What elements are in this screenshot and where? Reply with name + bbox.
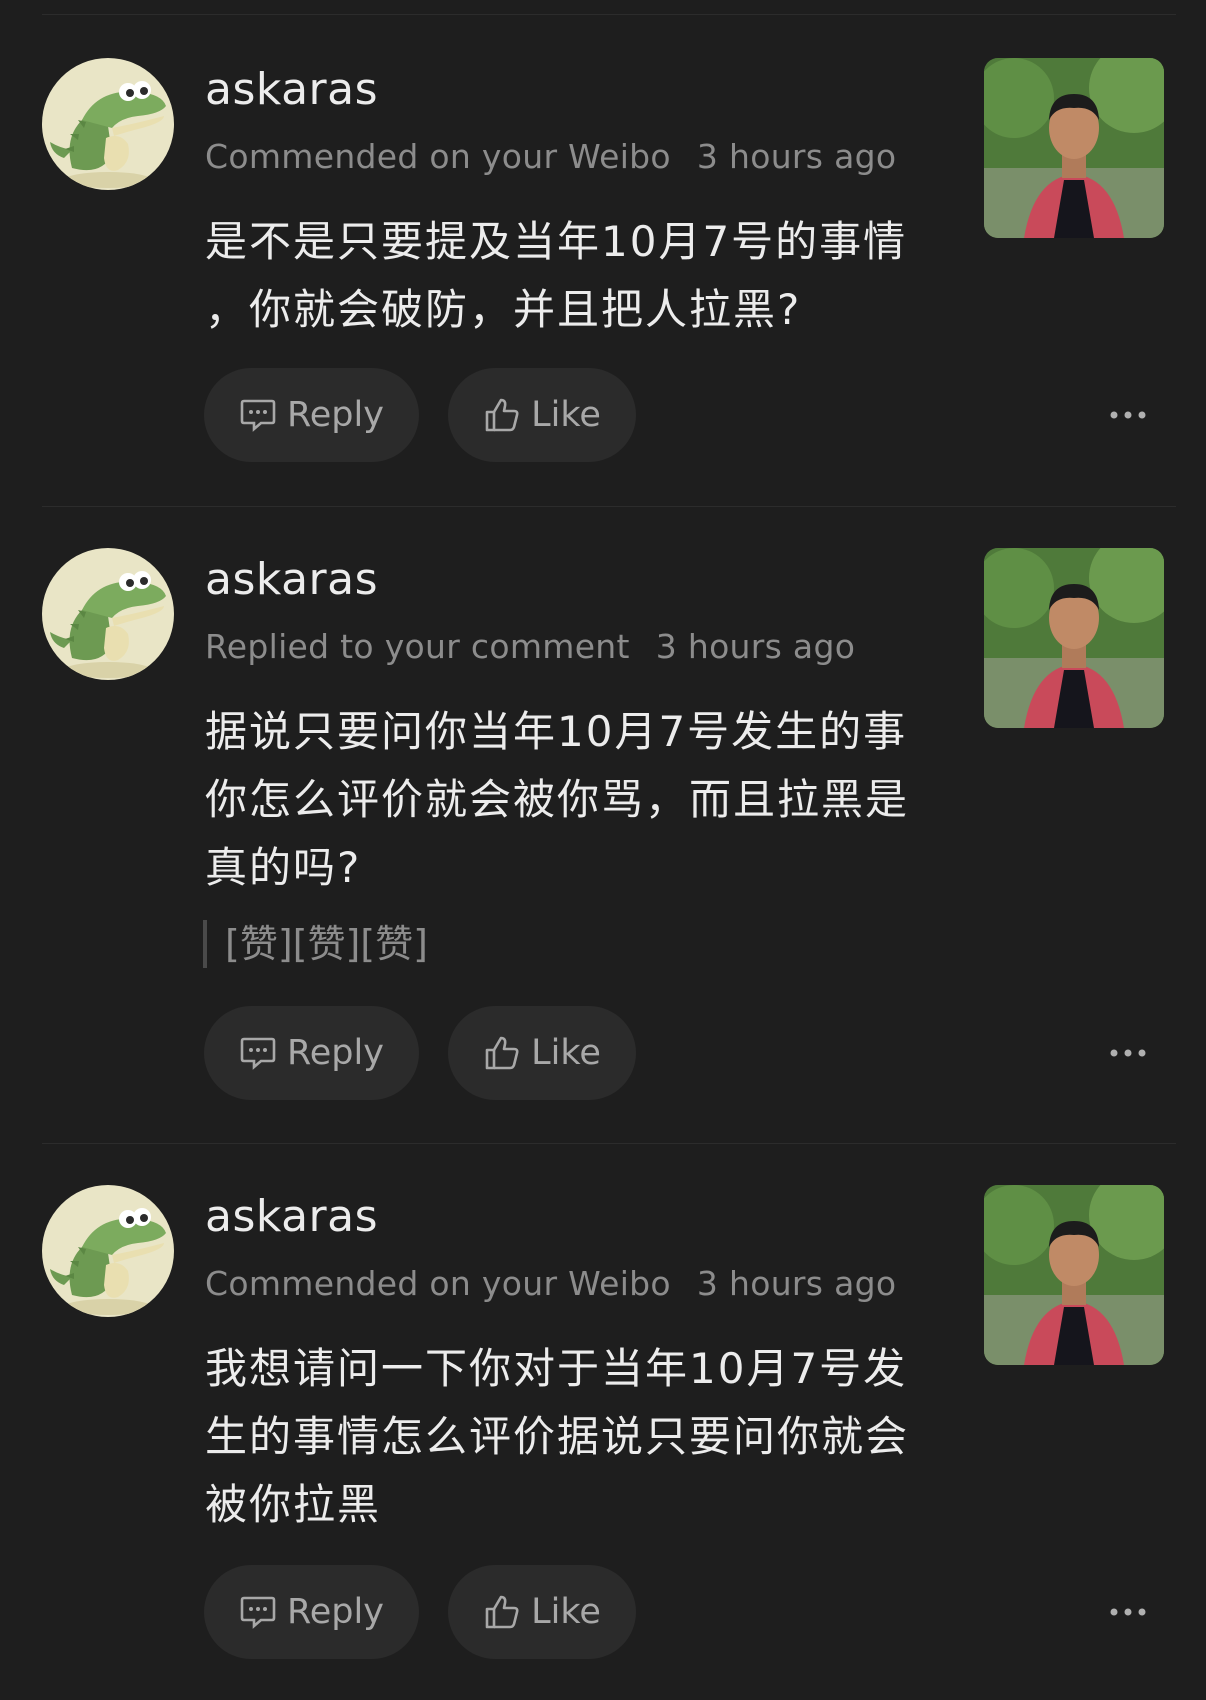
action-text: Commended on your Weibo (205, 1264, 671, 1303)
reply-button[interactable]: Reply (204, 368, 419, 462)
top-divider (42, 14, 1176, 15)
comment-line: 你怎么评价就会被你骂，而且拉黑是 (205, 775, 910, 824)
comment-line: 据说只要问你当年10月7号发生的事 (205, 707, 908, 756)
crocodile-avatar-icon (50, 1208, 166, 1315)
comment-icon (240, 1037, 276, 1070)
notification-meta: Replied to your comment 3 hours ago (205, 627, 855, 666)
user-avatar[interactable] (42, 58, 174, 190)
notification-divider (42, 506, 1176, 507)
timestamp: 3 hours ago (696, 1264, 897, 1303)
more-horizontal-icon (1110, 1049, 1146, 1057)
notification-meta: Commended on your Weibo 3 hours ago (205, 137, 896, 176)
comment-line: 我想请问一下你对于当年10月7号发 (205, 1344, 908, 1393)
username[interactable]: askaras (205, 64, 378, 115)
comment-text: 据说只要问你当年10月7号发生的事 你怎么评价就会被你骂，而且拉黑是 真的吗? (205, 698, 925, 902)
comment-line: ，你就会破防，并且把人拉黑? (205, 285, 802, 334)
comment-icon (240, 399, 276, 432)
comment-line: 生的事情怎么评价据说只要问你就会 (205, 1412, 910, 1461)
quoted-text: [赞][赞][赞] (203, 920, 428, 968)
reply-button[interactable]: Reply (204, 1565, 419, 1659)
timestamp: 3 hours ago (655, 627, 856, 666)
profile-photo-icon (984, 548, 1164, 728)
comment-line: 被你拉黑 (205, 1480, 382, 1529)
comment-icon (240, 1596, 276, 1629)
comment-line: 真的吗? (205, 843, 362, 892)
like-label: Like (531, 1592, 601, 1632)
reply-button[interactable]: Reply (204, 1006, 419, 1100)
action-text: Replied to your comment (205, 627, 630, 666)
more-options-button[interactable] (1100, 395, 1156, 435)
more-horizontal-icon (1110, 411, 1146, 419)
more-horizontal-icon (1110, 1608, 1146, 1616)
weibo-thumbnail[interactable] (984, 548, 1164, 728)
weibo-thumbnail[interactable] (984, 1185, 1164, 1365)
comment-text: 我想请问一下你对于当年10月7号发 生的事情怎么评价据说只要问你就会 被你拉黑 (205, 1335, 925, 1539)
reply-label: Reply (287, 1592, 384, 1632)
thumbs-up-icon (485, 1036, 519, 1070)
more-options-button[interactable] (1100, 1033, 1156, 1073)
crocodile-avatar-icon (50, 571, 166, 678)
username[interactable]: askaras (205, 554, 378, 605)
like-button[interactable]: Like (448, 368, 636, 462)
more-options-button[interactable] (1100, 1592, 1156, 1632)
timestamp: 3 hours ago (696, 137, 897, 176)
comment-line: 是不是只要提及当年10月7号的事情 (205, 217, 908, 266)
reply-label: Reply (287, 1033, 384, 1073)
comment-text: 是不是只要提及当年10月7号的事情 ，你就会破防，并且把人拉黑? (205, 208, 925, 344)
user-avatar[interactable] (42, 548, 174, 680)
thumbs-up-icon (485, 398, 519, 432)
reply-label: Reply (287, 395, 384, 435)
thumbs-up-icon (485, 1595, 519, 1629)
profile-photo-icon (984, 58, 1164, 238)
notification-divider (42, 1143, 1176, 1144)
like-button[interactable]: Like (448, 1006, 636, 1100)
weibo-thumbnail[interactable] (984, 58, 1164, 238)
action-text: Commended on your Weibo (205, 137, 671, 176)
notification-meta: Commended on your Weibo 3 hours ago (205, 1264, 896, 1303)
crocodile-avatar-icon (50, 81, 166, 188)
username[interactable]: askaras (205, 1191, 378, 1242)
user-avatar[interactable] (42, 1185, 174, 1317)
profile-photo-icon (984, 1185, 1164, 1365)
like-label: Like (531, 395, 601, 435)
like-button[interactable]: Like (448, 1565, 636, 1659)
like-label: Like (531, 1033, 601, 1073)
